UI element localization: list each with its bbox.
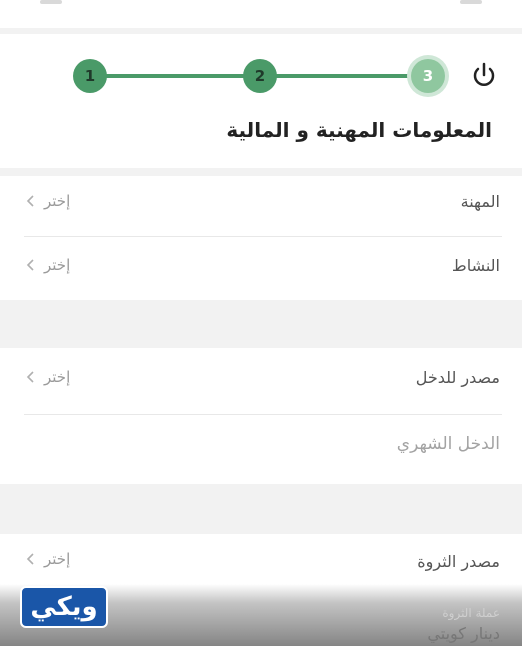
income-source-select[interactable]: إختر <box>24 368 70 386</box>
income-source-label: مصدر للدخل <box>415 368 500 387</box>
profession-select-label: إختر <box>44 192 71 210</box>
currency-value[interactable]: دينار كويتي <box>427 624 500 643</box>
header-panel <box>0 34 522 168</box>
step-3-active[interactable]: 3 <box>411 59 445 93</box>
currency-label: عملة الثروة <box>442 606 500 620</box>
watermark-logo: ويكي <box>20 586 108 628</box>
step-connector-2-3 <box>260 74 428 78</box>
step-1-label: 1 <box>84 67 96 85</box>
profession-activity-group <box>0 176 522 300</box>
step-2[interactable]: 2 <box>243 59 277 93</box>
watermark-text: ويكي <box>30 592 98 622</box>
income-source-select-label: إختر <box>44 368 71 386</box>
divider <box>24 236 502 237</box>
step-2-label: 2 <box>254 67 266 85</box>
chevron-left-icon <box>26 371 34 383</box>
top-bar <box>0 0 522 28</box>
wealth-source-select[interactable]: إختر <box>24 550 70 568</box>
divider <box>24 414 502 415</box>
profession-select[interactable]: إختر <box>24 192 70 210</box>
power-icon[interactable] <box>470 60 498 90</box>
status-stub <box>460 0 482 4</box>
activity-select-label: إختر <box>44 256 71 274</box>
activity-label: النشاط <box>451 256 500 275</box>
step-1[interactable]: 1 <box>73 59 107 93</box>
chevron-left-icon <box>26 195 34 207</box>
profession-label: المهنة <box>460 192 500 211</box>
status-stub <box>40 0 62 4</box>
chevron-left-icon <box>26 553 34 565</box>
step-connector-1-2 <box>90 74 260 78</box>
wealth-source-label: مصدر الثروة <box>417 552 500 571</box>
page-title: المعلومات المهنية و المالية <box>226 118 492 142</box>
monthly-income-input[interactable]: الدخل الشهري <box>397 434 500 454</box>
activity-select[interactable]: إختر <box>24 256 70 274</box>
step-3-label: 3 <box>422 67 434 85</box>
wealth-source-select-label: إختر <box>44 550 71 568</box>
chevron-left-icon <box>26 259 34 271</box>
